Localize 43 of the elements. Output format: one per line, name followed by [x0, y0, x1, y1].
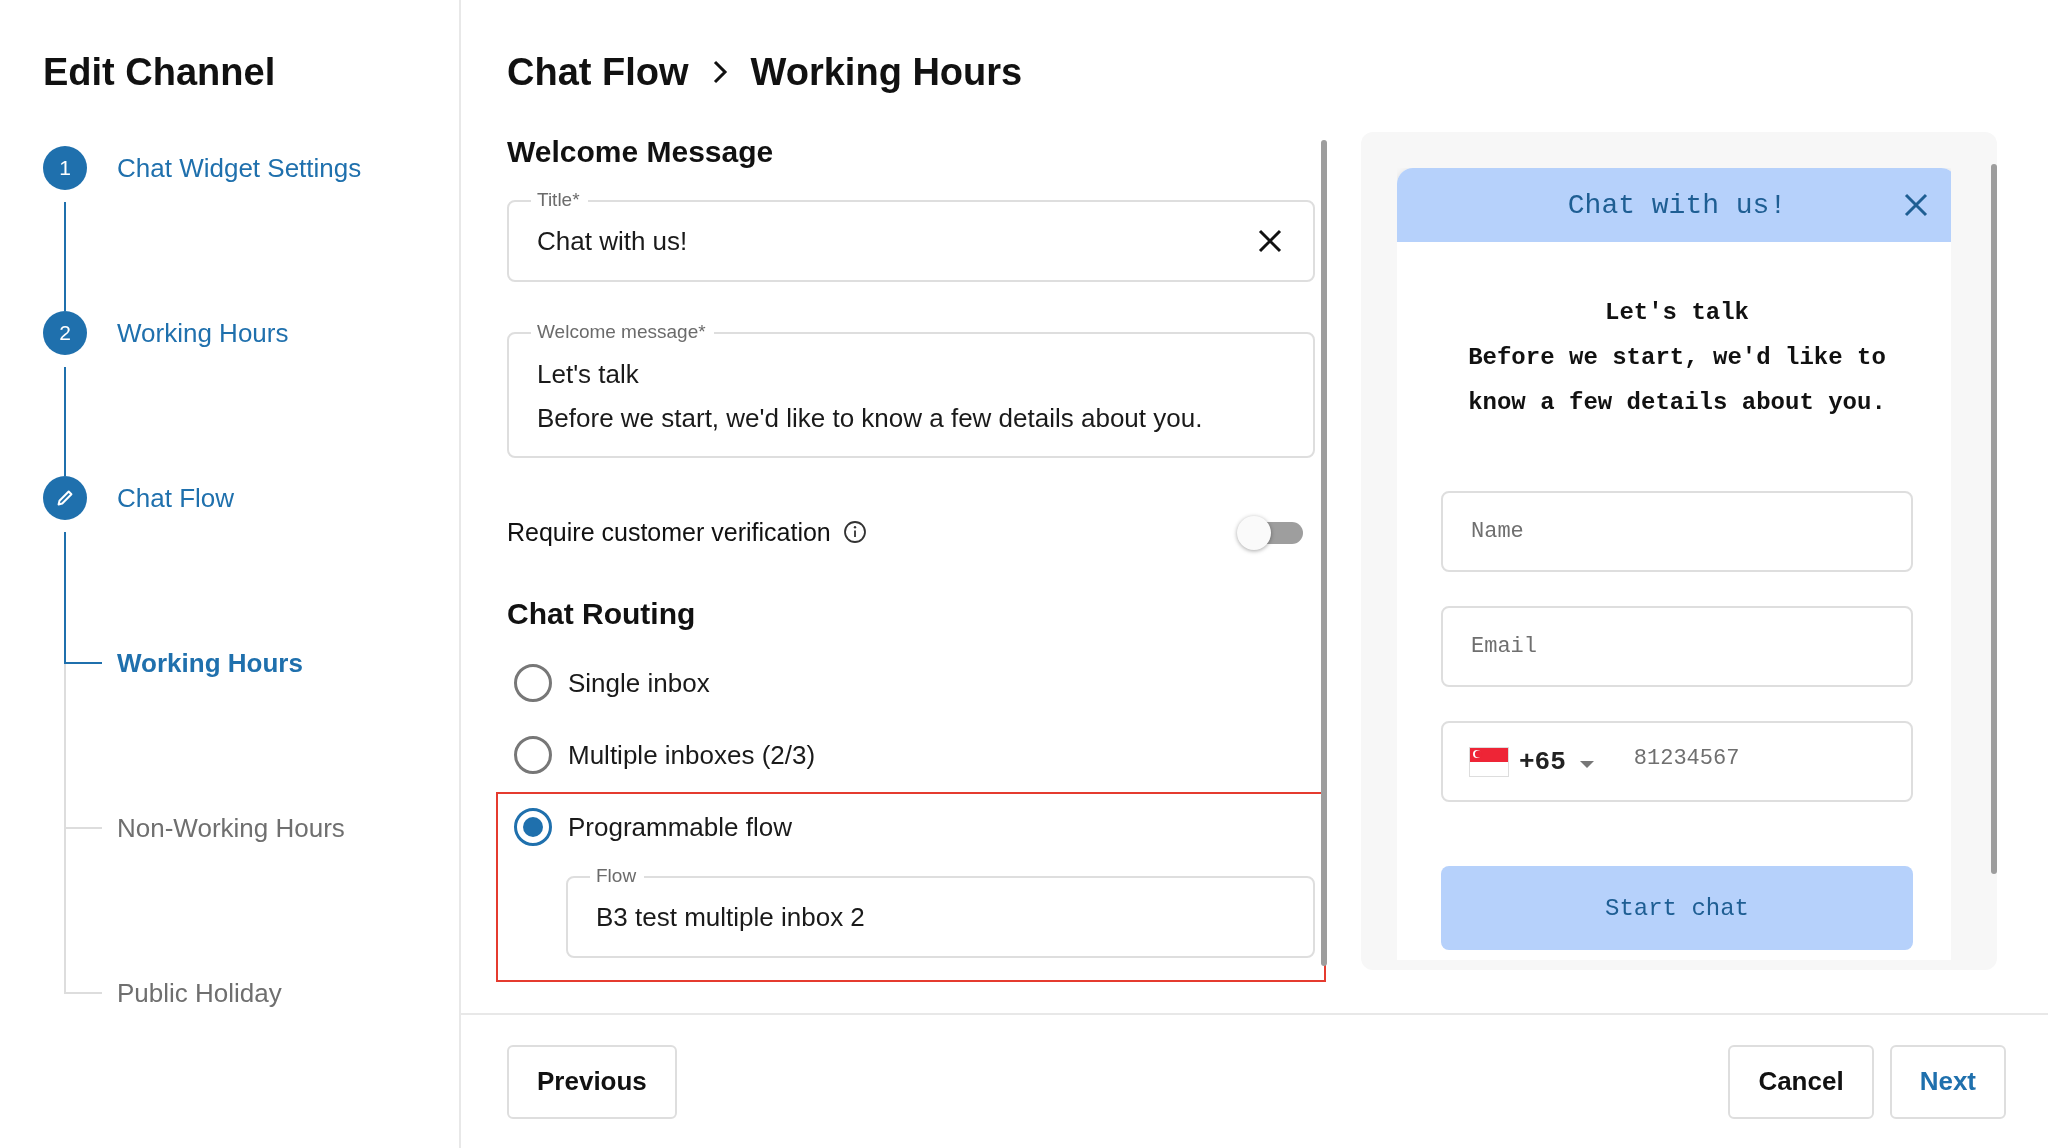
start-chat-button[interactable]: Start chat: [1441, 866, 1913, 950]
sidebar-title: Edit Channel: [43, 50, 277, 95]
radio-button[interactable]: [514, 736, 552, 774]
section-heading: Chat Routing: [507, 596, 697, 632]
country-code[interactable]: +65: [1519, 746, 1566, 777]
phone-field[interactable]: +65 81234567: [1441, 721, 1913, 802]
message-text: Before we start, we'd like to know a few details about you.: [537, 402, 1204, 435]
breadcrumb-item[interactable]: Chat Flow: [507, 48, 689, 96]
toggle-label: Require customer verification: [507, 517, 831, 547]
flag-icon: [1469, 746, 1509, 777]
email-field[interactable]: Email: [1441, 606, 1913, 687]
radio-button[interactable]: [514, 664, 552, 702]
step-label[interactable]: Chat Widget Settings: [117, 146, 362, 190]
substep-label[interactable]: Public Holiday: [117, 971, 282, 1015]
next-button[interactable]: Next: [1889, 1044, 2006, 1119]
radio-label: Programmable flow: [568, 811, 792, 843]
scrollbar[interactable]: [1991, 164, 1997, 874]
cancel-button[interactable]: Cancel: [1728, 1044, 1874, 1119]
step-label[interactable]: Working Hours: [117, 311, 289, 355]
scrollbar[interactable]: [1321, 140, 1327, 966]
email-input[interactable]: Email: [1469, 633, 1669, 660]
substep-label[interactable]: Non-Working Hours: [117, 806, 345, 850]
widget-message: Before we start, we'd like to know a few details about you.: [1467, 343, 1887, 418]
step-label[interactable]: Chat Flow: [117, 476, 235, 520]
breadcrumb-item: Working Hours: [750, 50, 1023, 95]
radio-label: Multiple inboxes (2/3): [568, 739, 816, 771]
field-value: B3 test multiple inbox 2: [596, 901, 865, 934]
substep-label[interactable]: Working Hours: [117, 641, 303, 685]
field-value: Chat with us!: [537, 225, 688, 258]
caret-down-icon: [1579, 760, 1594, 769]
name-input[interactable]: Name: [1469, 518, 1669, 545]
info-icon: [842, 520, 867, 544]
previous-button[interactable]: Previous: [507, 1044, 677, 1119]
step-number: 1: [43, 146, 87, 190]
widget-message: Let's talk: [1604, 298, 1750, 328]
section-heading: Welcome Message: [507, 134, 775, 170]
step-number: 2: [43, 311, 87, 355]
radio-label: Single inbox: [568, 667, 710, 699]
message-text: Let's talk: [537, 358, 640, 391]
radio-button[interactable]: [514, 808, 552, 846]
name-field[interactable]: Name: [1441, 491, 1913, 572]
phone-input[interactable]: 81234567: [1631, 745, 1812, 772]
widget-title: Chat with us!: [1567, 189, 1787, 221]
